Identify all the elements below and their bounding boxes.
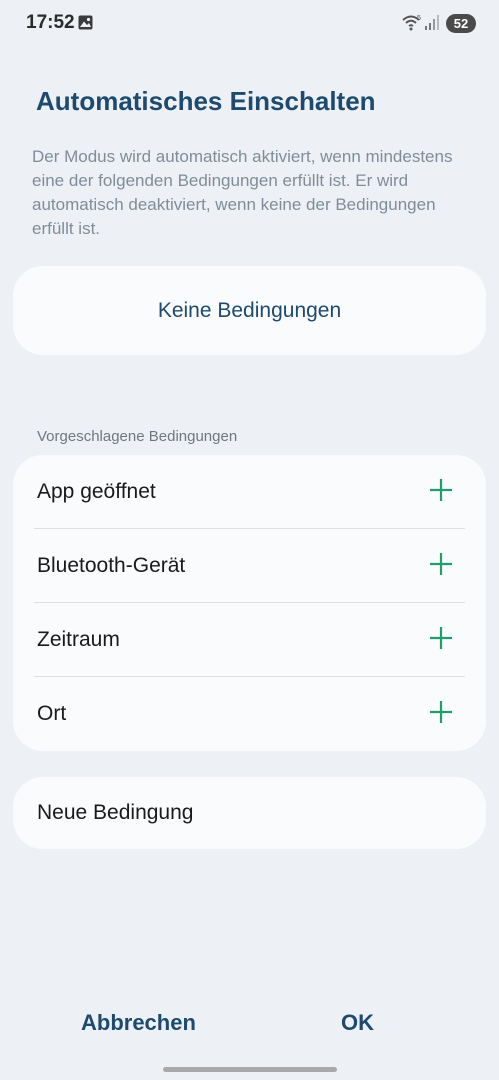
condition-row-app-opened[interactable]: App geöffnet — [13, 455, 486, 529]
wifi-icon: 5 — [402, 14, 422, 37]
cancel-button[interactable]: Abbrechen — [81, 1010, 196, 1036]
new-condition-label: Neue Bedingung — [37, 801, 194, 824]
status-bar: 17:52 5 52 — [0, 0, 499, 48]
plus-icon[interactable] — [429, 478, 453, 507]
signal-icon — [425, 15, 439, 35]
suggested-conditions-header: Vorgeschlagene Bedingungen — [37, 428, 238, 445]
home-indicator[interactable] — [163, 1067, 337, 1072]
plus-icon[interactable] — [429, 700, 453, 729]
plus-icon[interactable] — [429, 626, 453, 655]
gallery-icon — [78, 15, 93, 35]
plus-icon[interactable] — [429, 552, 453, 581]
svg-text:5: 5 — [417, 15, 421, 22]
condition-row-location[interactable]: Ort — [13, 677, 486, 751]
condition-label: Ort — [37, 702, 67, 725]
page-description: Der Modus wird automatisch aktiviert, we… — [32, 147, 453, 238]
ok-button[interactable]: OK — [341, 1010, 374, 1036]
new-condition-button[interactable]: Neue Bedingung — [13, 777, 486, 849]
no-conditions-label: Keine Bedingungen — [157, 298, 342, 322]
condition-label: Bluetooth-Gerät — [37, 554, 186, 577]
condition-label: App geöffnet — [37, 480, 156, 503]
condition-row-time-period[interactable]: Zeitraum — [13, 603, 486, 677]
battery-indicator: 52 — [446, 14, 476, 33]
suggested-conditions-list: App geöffnet Bluetooth-Gerät Zeitraum Or… — [13, 455, 486, 751]
condition-row-bluetooth-device[interactable]: Bluetooth-Gerät — [13, 529, 486, 603]
condition-label: Zeitraum — [37, 628, 120, 651]
no-conditions-card[interactable]: Keine Bedingungen — [13, 266, 486, 355]
status-time: 17:52 — [26, 12, 75, 33]
page-title: Automatisches Einschalten — [36, 86, 376, 116]
